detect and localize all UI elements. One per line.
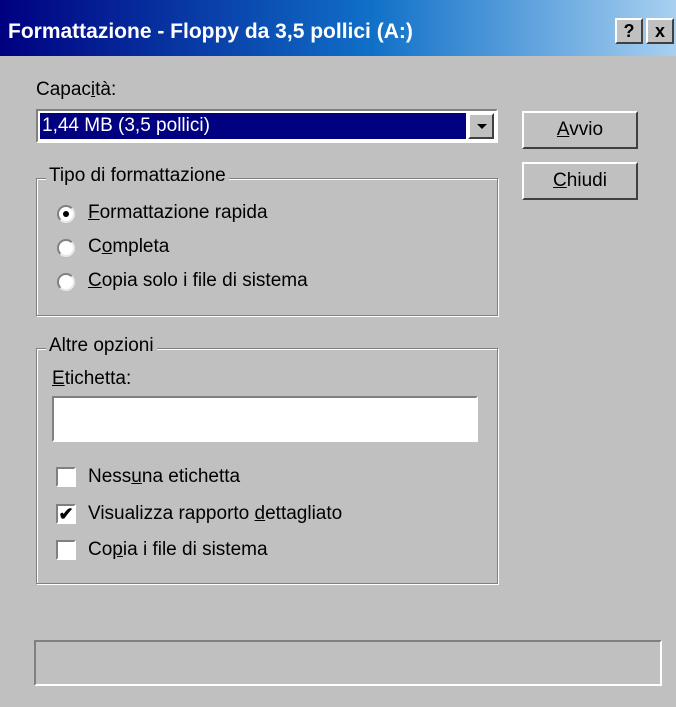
close-button[interactable]: Chiudi [522, 162, 638, 200]
check-mark-icon: ✔ [58, 504, 74, 524]
radio-selected-dot [63, 211, 69, 217]
radio-full-format[interactable] [57, 239, 75, 257]
format-dialog: Formattazione - Floppy da 3,5 pollici (A… [0, 0, 676, 707]
radio-copy-system-files[interactable] [57, 273, 75, 291]
close-icon[interactable]: x [646, 18, 674, 44]
dropdown-button[interactable] [468, 113, 494, 139]
progress-bar [34, 640, 662, 686]
capacity-select[interactable]: 1,44 MB (3,5 pollici) [36, 109, 498, 143]
title-bar[interactable]: Formattazione - Floppy da 3,5 pollici (A… [0, 0, 676, 56]
label-field-caption: Etichetta: [52, 368, 132, 389]
chevron-down-icon [477, 124, 487, 129]
checkbox-no-label-text[interactable]: Nessuna etichetta [88, 466, 240, 488]
help-button[interactable]: ? [615, 18, 643, 44]
other-options-legend: Altre opzioni [46, 335, 157, 357]
capacity-label: Capacità: [36, 79, 117, 100]
radio-quick-format-label[interactable]: Formattazione rapida [88, 202, 268, 224]
capacity-value: 1,44 MB (3,5 pollici) [40, 113, 466, 139]
checkbox-detailed-report[interactable]: ✔ [56, 504, 76, 524]
window-title: Formattazione - Floppy da 3,5 pollici (A… [8, 20, 413, 43]
label-input[interactable] [52, 396, 478, 442]
checkbox-no-label[interactable] [56, 467, 76, 487]
radio-quick-format[interactable] [57, 205, 75, 223]
checkbox-copy-system-files-text[interactable]: Copia i file di sistema [88, 539, 268, 561]
radio-copy-system-files-label[interactable]: Copia solo i file di sistema [88, 270, 308, 292]
checkbox-copy-system-files[interactable] [56, 540, 76, 560]
format-type-legend: Tipo di formattazione [46, 165, 229, 187]
start-button[interactable]: Avvio [522, 111, 638, 149]
checkbox-detailed-report-text[interactable]: Visualizza rapporto dettagliato [88, 503, 342, 525]
radio-full-format-label[interactable]: Completa [88, 236, 169, 258]
